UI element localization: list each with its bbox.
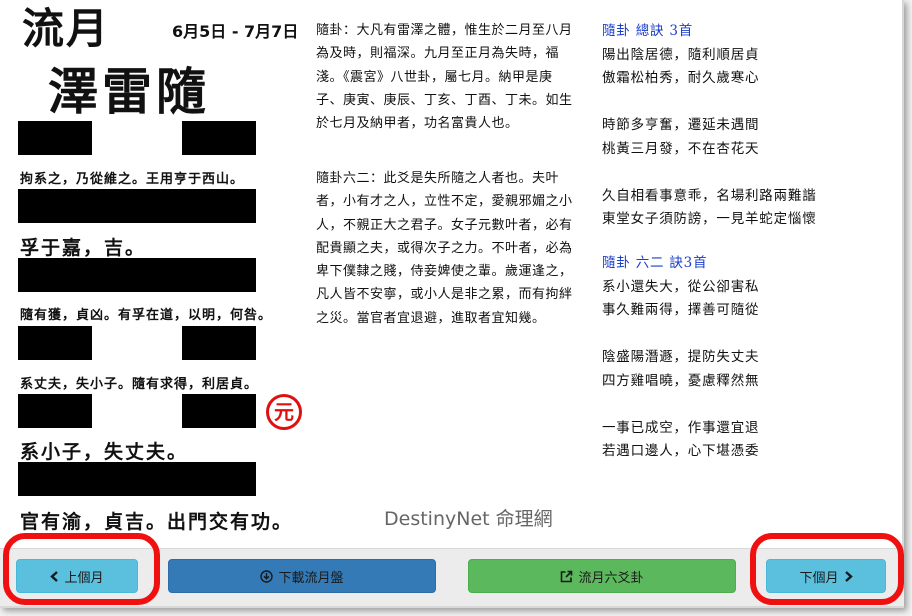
page-title: 流月 [22,4,111,53]
poem-spacer [602,91,902,115]
yao-text-3: 系丈夫，失小子。隨有求得，利居貞。 [20,377,259,392]
poem-line: 傲霜松柏秀，耐久歲寒心 [602,70,760,86]
poem-overall: 隨卦 總訣 3首 陽出陰居德，隨利順居貞 傲霜松柏秀，耐久歲寒心 時節多亨奮，遷… [602,20,902,232]
poem-line: 東堂女子須防謗，一見羊蛇定惱懷 [602,211,817,227]
poem-line: 時節多亨奮，遷延未遇間 [602,117,760,133]
poem-line: 桃黃三月發，不在杏花天 [602,140,760,157]
download-chart-button[interactable]: 下載流月盤 [168,559,436,593]
yang-segment [18,258,256,292]
yin-segment [18,394,92,428]
poem-line: 陽出陰居德，隨利順居貞 [602,46,760,63]
poem-line: 一事已成空，作事還宜退 [602,419,760,436]
page-panel: 流月 6月5日 - 7月7日 澤雷隨 拘系之，乃從維之。王用亨于西山。 孚于嘉，… [0,0,904,608]
brand-watermark: DestinyNet 命理網 [384,508,553,530]
six-lines-label: 流月六爻卦 [578,570,644,586]
poem-heading: 隨卦 總訣 3首 [602,23,694,39]
yang-segment [18,462,256,496]
poem-line: 系小還失大，從公卻害私 [602,278,760,295]
date-range: 6月5日 - 7月7日 [172,22,299,41]
download-icon [260,569,274,583]
explanation-paragraph-line: 隨卦六二：此爻是失所隨之人者也。夫叶者，小有才之人，立性不定，愛親邪媚之小人，不… [316,171,573,326]
yin-segment [18,121,92,155]
poem-line: 四方雞唱曉，憂慮釋然無 [602,372,760,389]
highlight-ring-next [750,533,904,605]
poem-spacer [602,393,902,417]
poem-line: 事久難兩得，擇善可隨從 [602,302,760,318]
yin-segment [182,326,256,360]
download-label: 下載流月盤 [278,570,344,586]
yin-segment [182,121,256,155]
poem-spacer [602,161,902,185]
hexagram-name: 澤雷隨 [48,62,210,121]
poem-line2: 隨卦 六二 訣3首 系小還失大，從公卻害私 事久難兩得，擇善可隨從 陰盛陽潛遯，… [602,252,902,464]
explanation-paragraph: 隨卦：大凡有雷澤之體，惟生於二月至八月為及時，則福深。九月至正月為失時，福淺。《… [316,23,573,132]
yao-text-1: 官有渝，貞吉。出門交有功。 [20,511,294,533]
highlight-ring-prev [3,533,160,605]
poem-heading: 隨卦 六二 訣3首 [602,255,708,271]
yin-segment [182,394,256,428]
yao-text-2: 系小子，失丈夫。 [20,441,189,463]
poem-line: 陰盛陽潛遯，提防失丈夫 [602,349,760,365]
poem-spacer [602,323,902,347]
yang-segment [18,189,256,223]
yao-text-5: 孚于嘉，吉。 [20,237,147,259]
poem-line: 久自相看事意乖，名場利路兩難諧 [602,187,817,204]
external-link-icon [560,570,573,583]
poem-line: 若遇口邊人，心下堪憑委 [602,443,760,459]
yin-segment [18,326,92,360]
six-lines-button[interactable]: 流月六爻卦 [468,559,736,593]
yuan-badge: 元 [266,394,302,430]
yao-text-6: 拘系之，乃從維之。王用亨于西山。 [20,172,245,187]
yao-text-4: 隨有獲，貞凶。有孚在道，以明，何咎。 [20,308,273,323]
